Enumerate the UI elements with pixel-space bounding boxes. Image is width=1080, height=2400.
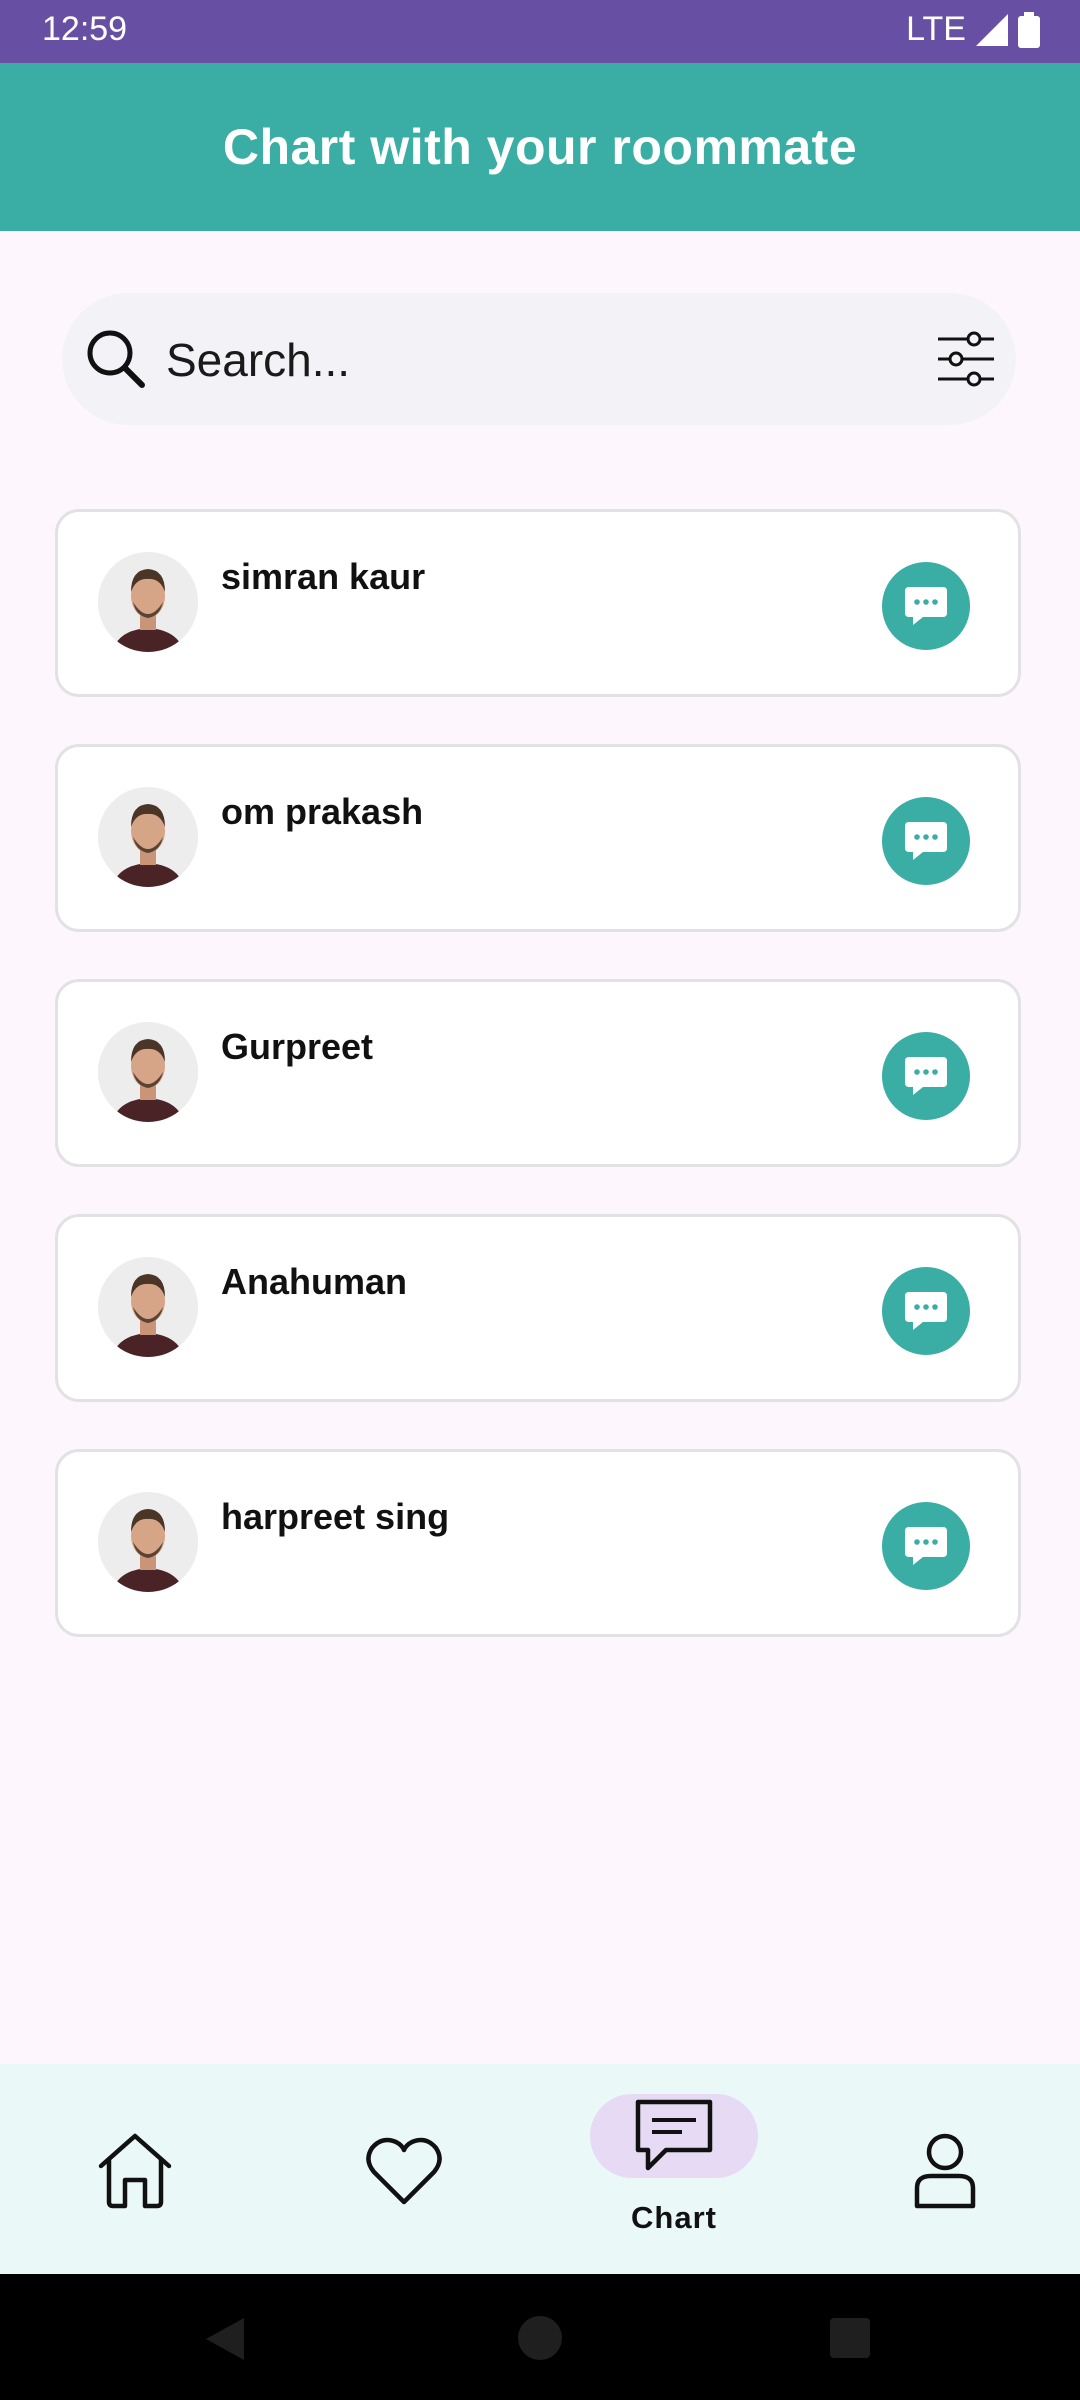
status-time: 12:59 bbox=[42, 10, 128, 48]
recents-icon[interactable] bbox=[828, 2316, 872, 2360]
chat-icon bbox=[635, 2099, 713, 2171]
search-bar[interactable] bbox=[62, 293, 1016, 425]
status-bar: 12:59 LTE bbox=[0, 0, 1080, 63]
contact-card[interactable]: Anahuman bbox=[55, 1214, 1021, 1402]
contact-name: Anahuman bbox=[221, 1261, 408, 1302]
search-input[interactable] bbox=[164, 323, 868, 397]
chat-button[interactable] bbox=[882, 1267, 970, 1355]
message-icon bbox=[905, 1527, 947, 1565]
chat-button[interactable] bbox=[882, 1032, 970, 1120]
profile-icon bbox=[914, 2133, 976, 2209]
avatar bbox=[98, 787, 198, 887]
search-icon[interactable] bbox=[80, 323, 152, 395]
contact-card[interactable]: om prakash bbox=[55, 744, 1021, 932]
status-icons: LTE bbox=[906, 10, 1040, 49]
battery-icon bbox=[1018, 11, 1040, 48]
avatar bbox=[98, 1257, 198, 1357]
contact-card[interactable]: harpreet sing bbox=[55, 1449, 1021, 1637]
message-icon bbox=[905, 822, 947, 860]
contact-card[interactable]: simran kaur bbox=[55, 509, 1021, 697]
nav-label-chat: Chart bbox=[631, 2200, 717, 2235]
avatar bbox=[98, 1022, 198, 1122]
chat-button[interactable] bbox=[882, 1502, 970, 1590]
network-label: LTE bbox=[906, 10, 966, 48]
heart-icon bbox=[366, 2137, 442, 2205]
message-icon bbox=[905, 587, 947, 625]
nav-item-chat[interactable]: Chart bbox=[589, 2064, 759, 2274]
filter-icon[interactable] bbox=[934, 327, 998, 391]
system-nav-bar bbox=[0, 2274, 1080, 2400]
home-circle-icon[interactable] bbox=[516, 2314, 564, 2362]
contact-name: simran kaur bbox=[221, 556, 426, 597]
chat-button[interactable] bbox=[882, 797, 970, 885]
nav-item-profile[interactable] bbox=[860, 2064, 1030, 2274]
chat-button[interactable] bbox=[882, 562, 970, 650]
app-bar: Chart with your roommate bbox=[0, 63, 1080, 231]
avatar bbox=[98, 552, 198, 652]
nav-selected-indicator bbox=[590, 2094, 758, 2178]
contact-name: om prakash bbox=[221, 791, 424, 832]
message-icon bbox=[905, 1057, 947, 1095]
message-icon bbox=[905, 1292, 947, 1330]
home-icon bbox=[98, 2133, 172, 2209]
signal-icon bbox=[976, 13, 1008, 46]
nav-item-home[interactable] bbox=[50, 2064, 220, 2274]
contact-name: harpreet sing bbox=[221, 1496, 450, 1537]
bottom-nav: Chart bbox=[0, 2064, 1080, 2274]
nav-item-favorites[interactable] bbox=[319, 2064, 489, 2274]
avatar bbox=[98, 1492, 198, 1592]
back-icon[interactable] bbox=[200, 2314, 250, 2364]
contact-name: Gurpreet bbox=[221, 1026, 374, 1067]
page-title: Chart with your roommate bbox=[222, 119, 858, 175]
contact-card[interactable]: Gurpreet bbox=[55, 979, 1021, 1167]
